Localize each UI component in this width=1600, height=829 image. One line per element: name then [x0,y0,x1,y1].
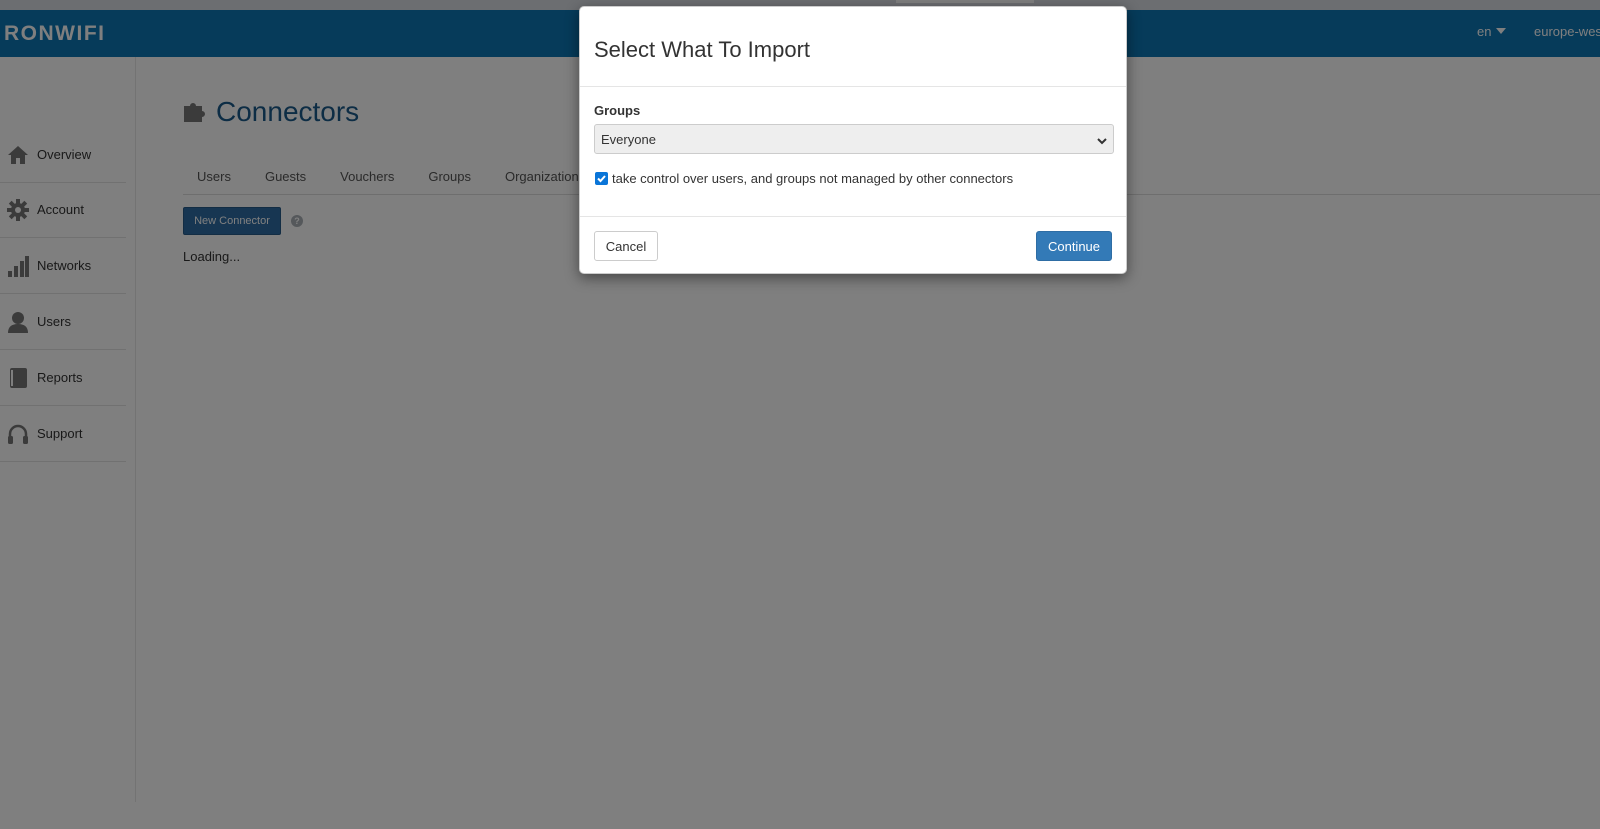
continue-button[interactable]: Continue [1036,231,1112,261]
modal-header: Select What To Import [580,7,1126,87]
take-control-option: take control over users, and groups not … [594,171,1112,186]
groups-label: Groups [594,103,641,118]
take-control-checkbox[interactable] [595,172,608,185]
checkmark-icon [597,175,606,183]
modal-footer: Cancel Continue [580,217,1126,275]
groups-select[interactable]: Everyone [594,124,1114,154]
modal-title: Select What To Import [594,37,811,62]
take-control-label[interactable]: take control over users, and groups not … [612,171,1013,186]
cancel-button[interactable]: Cancel [594,231,658,261]
groups-selected-value: Everyone [601,131,656,147]
chevron-down-icon [1097,134,1107,145]
modal-body: Groups Everyone take control over users,… [580,87,1126,217]
import-modal: Select What To Import Groups Everyone ta… [579,6,1127,274]
